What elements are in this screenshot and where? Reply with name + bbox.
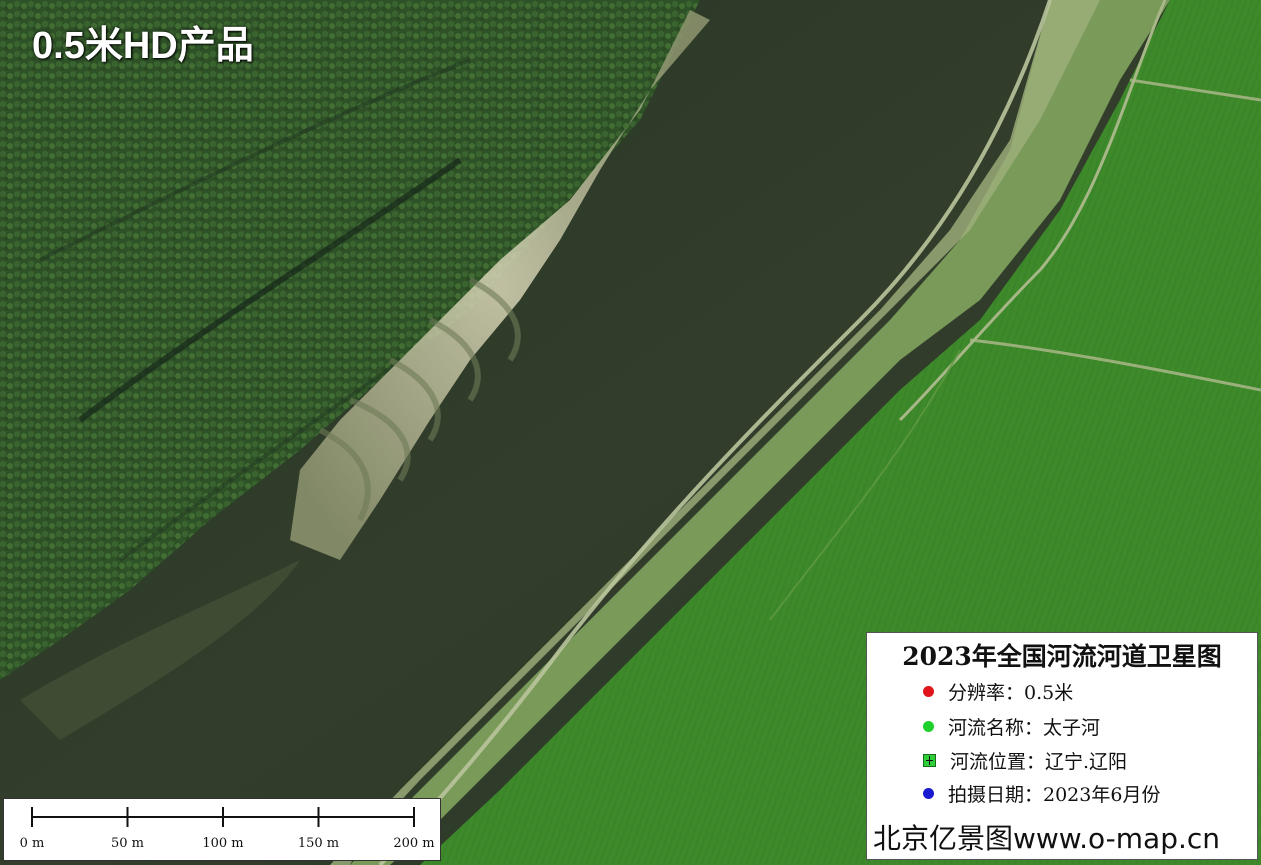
legend-item-capture-date: 拍摄日期：2023年6月份: [923, 779, 1160, 807]
legend-item-river-location: 河流位置：辽宁.辽阳: [923, 746, 1127, 774]
legend-footer-brand: 北京亿景图www.o-map.cn: [873, 822, 1221, 855]
scale-label: 0 m: [19, 836, 45, 851]
red-dot-icon: [923, 685, 934, 697]
legend-item-label: 河流名称：太子河: [948, 716, 1101, 739]
scale-label: 50 m: [110, 836, 145, 851]
blue-dot-icon: [923, 787, 934, 799]
map-legend: 2023年全国河流河道卫星图 分辨率：0.5米 河流名称：太子河 河流位置：辽宁…: [866, 632, 1258, 860]
legend-item-label: 拍摄日期：2023年6月份: [948, 783, 1161, 806]
green-square-icon: [923, 753, 936, 767]
green-dot-icon: [923, 720, 934, 732]
scale-bar: 0 m 50 m 100 m 150 m 200 m: [3, 798, 441, 861]
legend-title: 2023年全国河流河道卫星图: [902, 642, 1222, 671]
scale-label: 200 m: [393, 836, 435, 851]
scale-label: 100 m: [202, 836, 244, 851]
scale-label: 150 m: [297, 836, 340, 851]
legend-item-resolution: 分辨率：0.5米: [923, 677, 1073, 705]
legend-item-label: 河流位置：辽宁.辽阳: [950, 750, 1128, 773]
legend-item-river-name: 河流名称：太子河: [923, 712, 1100, 740]
legend-item-label: 分辨率：0.5米: [948, 681, 1074, 704]
resolution-badge: 0.5米HD产品: [32, 25, 254, 67]
